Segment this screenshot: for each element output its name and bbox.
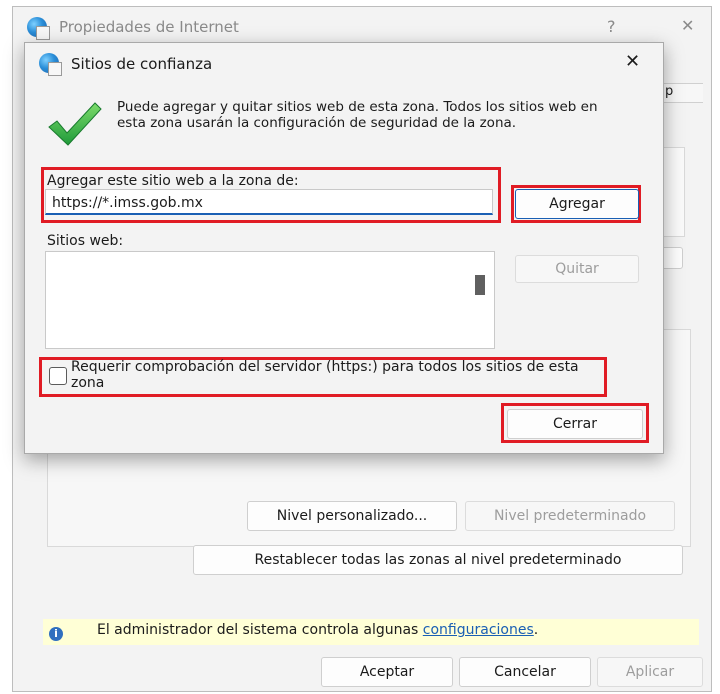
tab-strip-fragment[interactable]: p	[663, 83, 703, 103]
ok-button[interactable]: Aceptar	[321, 657, 453, 687]
sites-button-fragment[interactable]	[661, 247, 683, 269]
tab-label-fragment: p	[665, 84, 674, 99]
admin-info-text: El administrador del sistema controla al…	[97, 622, 538, 638]
info-icon: i	[49, 627, 63, 641]
add-site-input[interactable]: https://*.imss.gob.mx	[45, 189, 493, 215]
trusted-sites-globe-icon	[39, 53, 62, 76]
add-button[interactable]: Agregar	[515, 189, 639, 219]
reset-all-zones-button[interactable]: Restablecer todas las zonas al nivel pre…	[193, 545, 683, 575]
close-icon[interactable]: ✕	[681, 16, 694, 35]
add-site-label: Agregar este sitio web a la zona de:	[47, 173, 299, 189]
window-titlebar: Propiedades de Internet ? ✕	[13, 7, 711, 47]
admin-info-suffix: .	[533, 622, 539, 638]
websites-list[interactable]	[45, 251, 495, 349]
custom-level-button[interactable]: Nivel personalizado...	[247, 501, 457, 531]
internet-globe-icon	[27, 17, 50, 40]
close-button[interactable]: Cerrar	[507, 409, 643, 439]
cancel-button[interactable]: Cancelar	[459, 657, 591, 687]
websites-scrollbar[interactable]	[471, 251, 493, 347]
remove-button[interactable]: Quitar	[515, 255, 639, 283]
websites-label: Sitios web:	[47, 233, 124, 249]
default-level-button[interactable]: Nivel predeterminado	[465, 501, 675, 531]
dialog-description: Puede agregar y quitar sitios web de est…	[117, 99, 598, 131]
admin-info-message: El administrador del sistema controla al…	[97, 622, 423, 638]
help-icon[interactable]: ?	[607, 17, 616, 36]
require-https-label: Requerir comprobación del servidor (http…	[71, 359, 579, 391]
dialog-close-icon[interactable]: ✕	[625, 51, 640, 72]
window-title: Propiedades de Internet	[59, 18, 239, 36]
checkmark-icon	[48, 102, 102, 146]
apply-button[interactable]: Aplicar	[597, 657, 703, 687]
require-https-checkbox[interactable]	[49, 367, 67, 385]
dialog-title: Sitios de confianza	[71, 55, 213, 73]
settings-link[interactable]: configuraciones	[423, 622, 534, 638]
scrollbar-thumb[interactable]	[475, 275, 485, 295]
admin-info-bar: i El administrador del sistema controla …	[43, 619, 699, 645]
trusted-sites-dialog: Sitios de confianza ✕ Puede agregar y qu…	[24, 42, 664, 454]
